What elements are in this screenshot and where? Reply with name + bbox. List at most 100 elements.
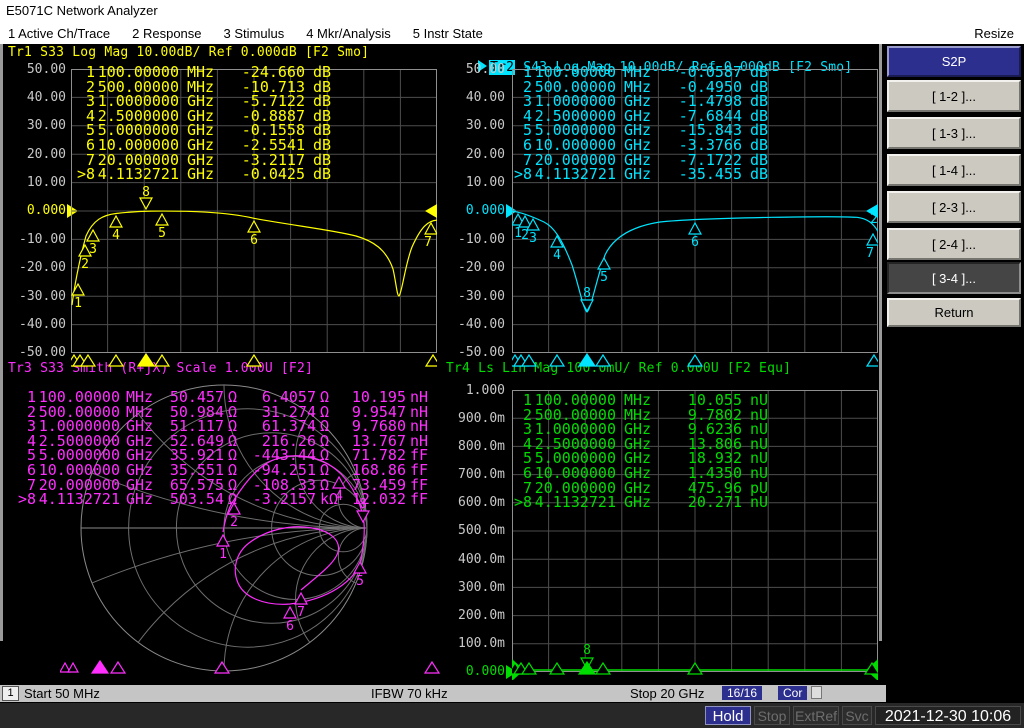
y-axis-label: -30.00 <box>439 289 517 303</box>
svg-text:5: 5 <box>600 270 608 285</box>
instrument-screen: Tr1 S33 Log Mag 10.00dB/ Ref 0.000dB [F2… <box>0 44 886 702</box>
menu-item[interactable]: 5 Instr State <box>413 26 483 41</box>
y-axis-label: 0.000 <box>0 204 78 218</box>
marker-1[interactable] <box>217 535 229 546</box>
softkey-menu: S2P[ 1-2 ]... [ 1-3 ]... [ 1-4 ]... [ 2-3 ]… <box>886 44 1024 702</box>
y-axis-label: -40.00 <box>439 318 517 332</box>
resize-button[interactable]: Resize <box>974 26 1024 41</box>
y-axis-label: 100.0m <box>439 637 517 651</box>
window-title: E5071C Network Analyzer <box>6 3 158 18</box>
marker-table-row: >84.1132721GHz-35.455dB <box>506 167 780 182</box>
stop-frequency: Stop 20 GHz <box>630 686 704 701</box>
y-axis-label: 300.0m <box>439 580 517 594</box>
y-axis-label: -20.00 <box>439 261 517 275</box>
menu-item[interactable]: 4 Mkr/Analysis <box>306 26 391 41</box>
svg-text:3: 3 <box>89 242 97 257</box>
datetime: 2021-12-30 10:06 <box>875 706 1021 725</box>
start-frequency: Start 50 MHz <box>24 686 100 701</box>
menu-items: 1 Active Ch/Trace 2 Response 3 Stimulus 4 M… <box>8 26 505 41</box>
softkey-button[interactable]: [ 1-4 ]... <box>887 154 1021 186</box>
y-axis-label: -40.00 <box>0 318 78 332</box>
marker-8-active[interactable] <box>581 300 593 311</box>
svg-text:2: 2 <box>521 228 529 243</box>
tr3-marker-table: 1100.00000MHz50.457Ω6.4057Ω10.195nH2500.… <box>14 390 432 507</box>
softkey-button[interactable]: [ 1-3 ]... <box>887 117 1021 149</box>
svg-text:1: 1 <box>74 296 82 311</box>
menu-item[interactable]: 2 Response <box>132 26 201 41</box>
softkey-button[interactable]: S2P <box>887 46 1021 77</box>
channel-status-bar: 1 Start 50 MHz IFBW 70 kHz Stop 20 GHz 1… <box>0 685 886 702</box>
softkey-button[interactable]: [ 3-4 ]... <box>887 262 1021 294</box>
marker-6[interactable] <box>689 223 701 234</box>
spare-indicator <box>811 686 822 699</box>
y-axis-label: -20.00 <box>0 261 78 275</box>
svg-text:7: 7 <box>297 605 305 620</box>
menu-item[interactable]: 3 Stimulus <box>224 26 285 41</box>
y-axis-label: -30.00 <box>0 289 78 303</box>
stimulus-markers[interactable] <box>512 354 878 366</box>
y-axis-label: 0.000 <box>439 665 517 679</box>
y-axis-label: 40.00 <box>0 90 78 104</box>
tr1-marker-table: 1100.00000MHz-24.660dB2500.00000MHz-10.7… <box>69 65 343 182</box>
svg-text:6: 6 <box>250 233 258 248</box>
y-axis-label: 30.00 <box>0 119 78 133</box>
marker-6[interactable] <box>248 221 260 232</box>
y-axis-label: 500.0m <box>439 524 517 538</box>
y-axis-label: 10.00 <box>0 176 78 190</box>
menu-item[interactable]: 1 Active Ch/Trace <box>8 26 110 41</box>
stimulus-markers[interactable] <box>60 661 439 673</box>
stimulus-markers[interactable] <box>71 354 437 366</box>
ifbw-value: IFBW 70 kHz <box>371 686 448 701</box>
marker-6[interactable] <box>284 607 296 618</box>
svg-text:1: 1 <box>219 547 227 562</box>
y-axis-label: -50.00 <box>0 346 78 360</box>
svg-text:7: 7 <box>424 235 432 250</box>
tr1-y-axis: 50.00 40.00 30.00 20.00 10.00 0.000 -10.00 -20.… <box>0 62 78 360</box>
extref-indicator: ExtRef <box>793 706 839 725</box>
svg-text:8: 8 <box>583 643 591 658</box>
softkey-button[interactable]: [ 2-4 ]... <box>887 228 1021 260</box>
softkey-button[interactable]: Return <box>887 298 1021 327</box>
svg-text:2: 2 <box>870 212 878 227</box>
correction-badge: Cor <box>778 686 807 700</box>
svg-text:2: 2 <box>230 515 238 530</box>
svg-text:8: 8 <box>142 185 150 200</box>
y-axis-label: -50.00 <box>439 346 517 360</box>
svg-text:6: 6 <box>286 619 294 634</box>
points-badge: 16/16 <box>722 686 762 700</box>
y-axis-label: 0.000 <box>439 204 517 218</box>
screen-right-edge <box>879 44 882 641</box>
softkey-button[interactable]: [ 2-3 ]... <box>887 191 1021 223</box>
trigger-state-badge: Hold <box>705 706 751 725</box>
stop-indicator: Stop <box>754 706 790 725</box>
marker-4[interactable] <box>110 216 122 227</box>
svg-text:8: 8 <box>583 286 591 301</box>
marker-5[interactable] <box>156 214 168 225</box>
y-axis-label: 20.00 <box>0 147 78 161</box>
tr4-marker-table: 1100.00000MHz10.055nU2500.00000MHz9.7802… <box>506 393 780 510</box>
ref-level-arrow-icon <box>425 204 437 218</box>
y-axis-label: 50.00 <box>0 62 78 76</box>
marker-table-row: >84.1132721GHz503.54Ω-3.2157kΩ12.032fF <box>14 492 432 507</box>
instrument-status-bar: Hold Stop ExtRef Svc 2021-12-30 10:06 <box>0 702 1024 728</box>
menu-bar: 1 Active Ch/Trace 2 Response 3 Stimulus 4 M… <box>0 22 1024 44</box>
softkey-button[interactable]: [ 1-2 ]... <box>887 80 1021 112</box>
stimulus-markers[interactable] <box>512 662 878 674</box>
svg-text:4: 4 <box>112 228 120 243</box>
marker-labels: 8 <box>583 643 591 658</box>
y-axis-label: -10.00 <box>439 232 517 246</box>
svg-text:3: 3 <box>529 231 537 246</box>
marker-table-row: >84.1132721GHz20.271nU <box>506 495 780 510</box>
marker-labels: 1 2 3 4 5 6 7 8 <box>74 185 432 311</box>
y-axis-label: -10.00 <box>0 232 78 246</box>
marker-5[interactable] <box>354 562 366 573</box>
y-axis-label: 200.0m <box>439 609 517 623</box>
marker-table-row: >84.1132721GHz-0.0425dB <box>69 167 343 182</box>
svg-text:7: 7 <box>866 246 874 261</box>
marker-5[interactable] <box>598 258 610 269</box>
channel-number-badge: 1 <box>2 686 19 701</box>
svc-indicator: Svc <box>842 706 872 725</box>
svg-text:5: 5 <box>158 226 166 241</box>
svg-text:5: 5 <box>356 574 364 589</box>
svg-text:2: 2 <box>81 257 89 272</box>
